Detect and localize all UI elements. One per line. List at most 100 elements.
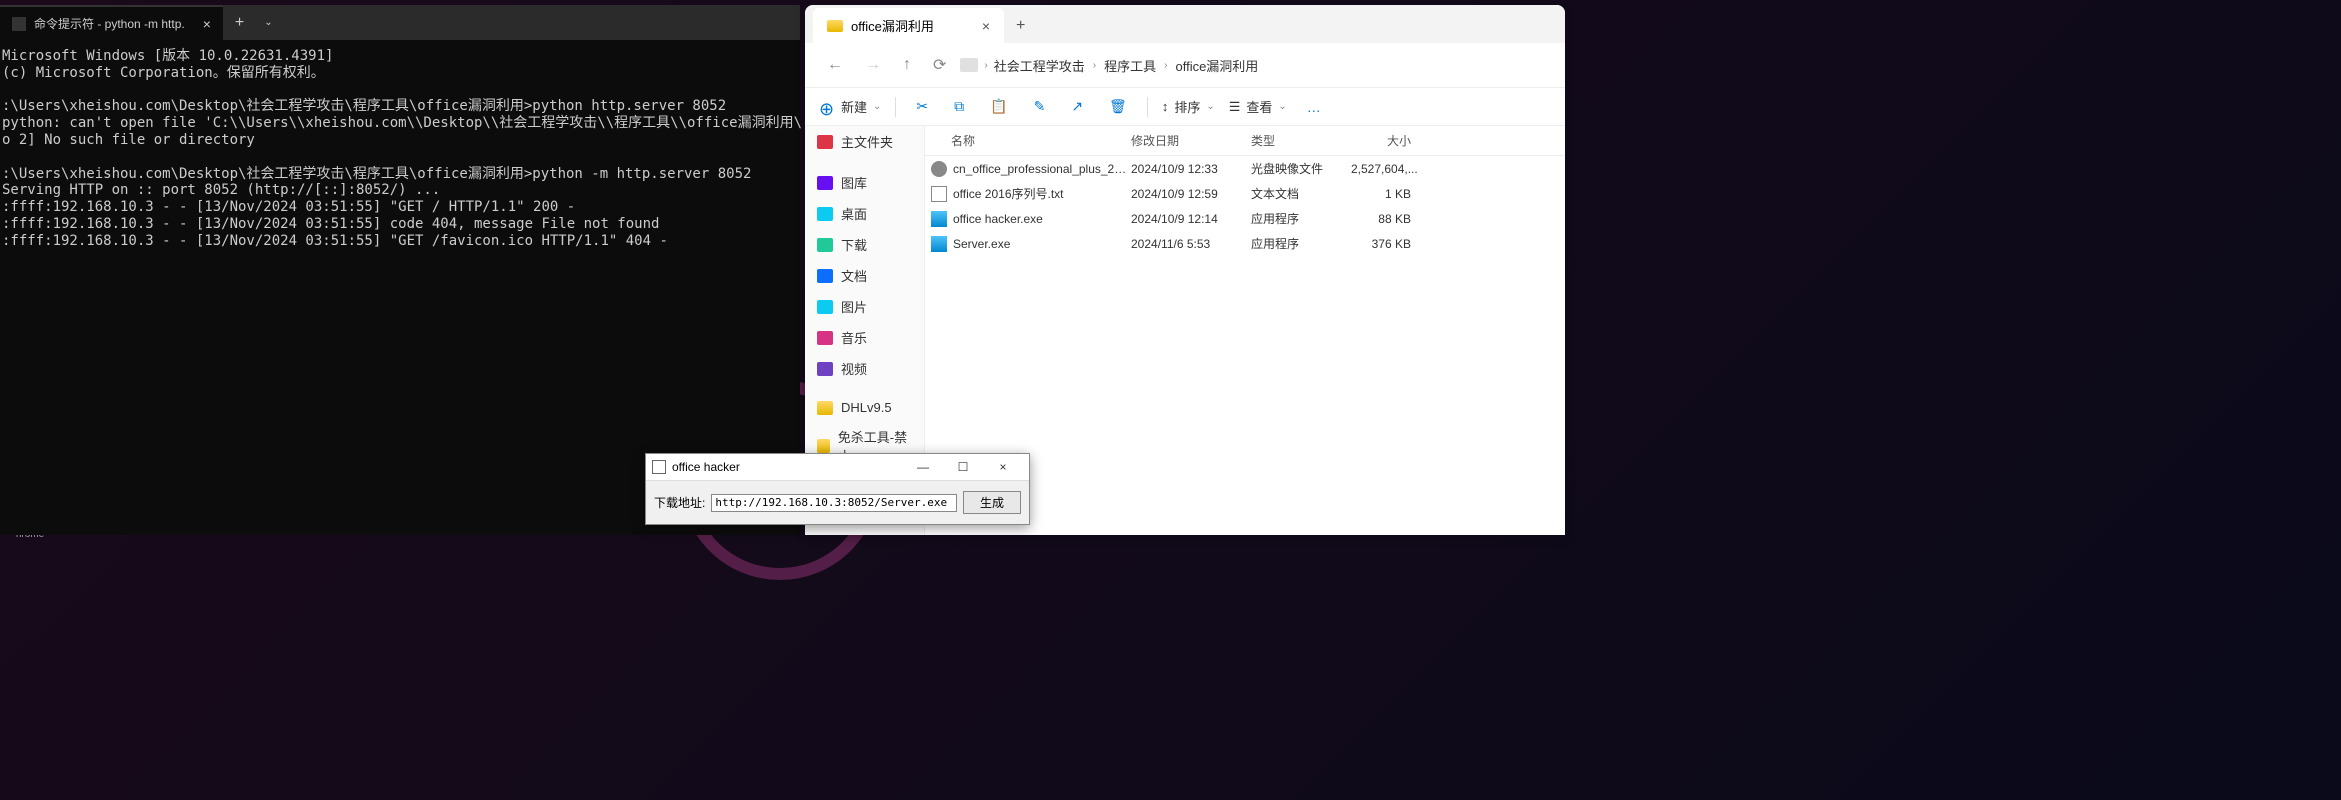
share-icon[interactable]: ↗ bbox=[1065, 96, 1089, 117]
file-date: 2024/10/9 12:33 bbox=[1131, 162, 1251, 176]
column-date[interactable]: 修改日期 bbox=[1131, 132, 1251, 149]
close-button[interactable]: × bbox=[983, 457, 1023, 477]
pc-icon[interactable] bbox=[960, 58, 978, 72]
file-row[interactable]: office hacker.exe 2024/10/9 12:14 应用程序 8… bbox=[925, 206, 1565, 231]
breadcrumb-segment[interactable]: office漏洞利用 bbox=[1175, 56, 1258, 75]
sidebar-icon bbox=[817, 439, 830, 453]
breadcrumb[interactable]: 社会工程学攻击 › 程序工具 › office漏洞利用 bbox=[994, 56, 1259, 75]
explorer-tabbar: office漏洞利用 × + bbox=[805, 5, 1565, 43]
delete-icon[interactable]: 🗑 bbox=[1103, 96, 1133, 117]
file-size: 376 KB bbox=[1351, 237, 1411, 251]
file-icon bbox=[931, 161, 947, 177]
view-button[interactable]: ☰ 查看 ⌄ bbox=[1229, 97, 1287, 116]
office-hacker-dialog: office hacker — ☐ × 下载地址: 生成 bbox=[645, 453, 1030, 525]
file-row[interactable]: office 2016序列号.txt 2024/10/9 12:59 文本文档 … bbox=[925, 181, 1565, 206]
file-type: 文本文档 bbox=[1251, 185, 1351, 202]
back-button[interactable]: ← bbox=[819, 52, 851, 78]
breadcrumb-segment[interactable]: 程序工具 bbox=[1104, 56, 1156, 75]
sidebar-item[interactable]: 文档 bbox=[805, 260, 924, 291]
minimize-button[interactable]: — bbox=[903, 457, 943, 477]
plus-circle-icon: ⊕ bbox=[819, 99, 835, 115]
sidebar-item[interactable]: 视频 bbox=[805, 353, 924, 384]
up-button[interactable]: ↑ bbox=[895, 52, 919, 78]
sidebar-label: 文档 bbox=[841, 266, 867, 285]
chevron-icon: › bbox=[1093, 60, 1096, 71]
chevron-down-icon: ⌄ bbox=[1206, 101, 1214, 112]
folder-icon bbox=[827, 20, 843, 32]
column-headers[interactable]: 名称 修改日期 类型 大小 bbox=[925, 126, 1565, 156]
dialog-title: office hacker bbox=[672, 460, 740, 474]
view-icon: ☰ bbox=[1229, 99, 1241, 115]
sidebar-icon bbox=[817, 207, 833, 221]
rename-icon[interactable]: ✎ bbox=[1028, 96, 1052, 117]
tab-dropdown-icon[interactable]: ⌄ bbox=[256, 17, 280, 28]
sidebar-label: DHLv9.5 bbox=[841, 400, 892, 415]
dialog-titlebar[interactable]: office hacker — ☐ × bbox=[646, 454, 1029, 481]
explorer-tab-title: office漏洞利用 bbox=[851, 16, 934, 35]
file-row[interactable]: cn_office_professional_plus_2016_x8... 2… bbox=[925, 156, 1565, 181]
sidebar-label: 图片 bbox=[841, 297, 867, 316]
column-type[interactable]: 类型 bbox=[1251, 132, 1351, 149]
sort-button[interactable]: ↕ 排序 ⌄ bbox=[1162, 97, 1215, 116]
file-size: 1 KB bbox=[1351, 187, 1411, 201]
sidebar-icon bbox=[817, 401, 833, 415]
file-name: cn_office_professional_plus_2016_x8... bbox=[953, 162, 1131, 176]
sidebar-item[interactable]: 下载 bbox=[805, 229, 924, 260]
file-name: Server.exe bbox=[953, 237, 1131, 251]
column-name[interactable]: 名称 bbox=[931, 132, 1131, 149]
generate-button[interactable]: 生成 bbox=[963, 491, 1021, 514]
sidebar-icon bbox=[817, 135, 833, 149]
close-icon[interactable]: × bbox=[982, 18, 990, 34]
new-button[interactable]: ⊕ 新建 ⌄ bbox=[819, 97, 881, 116]
sidebar-icon bbox=[817, 269, 833, 283]
terminal-tabbar: 命令提示符 - python -m http. × + ⌄ bbox=[0, 5, 800, 40]
more-icon[interactable]: … bbox=[1301, 97, 1327, 117]
terminal-output[interactable]: Microsoft Windows [版本 10.0.22631.4391] (… bbox=[0, 40, 800, 258]
file-date: 2024/11/6 5:53 bbox=[1131, 237, 1251, 251]
sidebar-item[interactable]: DHLv9.5 bbox=[805, 394, 924, 421]
cut-icon[interactable]: ✂ bbox=[910, 96, 934, 117]
new-tab-button[interactable]: + bbox=[1004, 9, 1037, 43]
chevron-icon: › bbox=[984, 60, 987, 71]
sidebar-icon bbox=[817, 362, 833, 376]
close-icon[interactable]: × bbox=[203, 16, 211, 32]
file-date: 2024/10/9 12:14 bbox=[1131, 212, 1251, 226]
file-size: 88 KB bbox=[1351, 212, 1411, 226]
explorer-tab[interactable]: office漏洞利用 × bbox=[813, 8, 1004, 43]
chevron-icon: › bbox=[1164, 60, 1167, 71]
file-type: 光盘映像文件 bbox=[1251, 160, 1351, 177]
sidebar-label: 音乐 bbox=[841, 328, 867, 347]
sidebar-item[interactable]: 音乐 bbox=[805, 322, 924, 353]
forward-button[interactable]: → bbox=[857, 52, 889, 78]
sidebar-item[interactable]: 桌面 bbox=[805, 198, 924, 229]
sidebar-label: 下载 bbox=[841, 235, 867, 254]
sidebar-item[interactable]: 图片 bbox=[805, 291, 924, 322]
download-url-input[interactable] bbox=[711, 494, 957, 512]
column-size[interactable]: 大小 bbox=[1351, 132, 1411, 149]
sidebar-label: 视频 bbox=[841, 359, 867, 378]
sidebar-item[interactable]: 主文件夹 bbox=[805, 126, 924, 157]
app-icon bbox=[652, 460, 666, 474]
refresh-button[interactable]: ⟳ bbox=[925, 51, 954, 79]
file-icon bbox=[931, 236, 947, 252]
file-row[interactable]: Server.exe 2024/11/6 5:53 应用程序 376 KB bbox=[925, 231, 1565, 256]
file-name: office hacker.exe bbox=[953, 212, 1131, 226]
separator bbox=[895, 97, 896, 117]
file-type: 应用程序 bbox=[1251, 210, 1351, 227]
file-icon bbox=[931, 186, 947, 202]
sidebar-item[interactable]: 图库 bbox=[805, 167, 924, 198]
file-type: 应用程序 bbox=[1251, 235, 1351, 252]
new-tab-button[interactable]: + bbox=[223, 14, 256, 32]
chevron-down-icon: ⌄ bbox=[1278, 101, 1286, 112]
paste-icon[interactable]: 📋 bbox=[984, 96, 1013, 117]
copy-icon[interactable]: ⧉ bbox=[948, 96, 970, 117]
sidebar-icon bbox=[817, 176, 833, 190]
separator bbox=[1147, 97, 1148, 117]
terminal-tab[interactable]: 命令提示符 - python -m http. × bbox=[0, 5, 223, 40]
terminal-tab-title: 命令提示符 - python -m http. bbox=[34, 15, 185, 32]
file-date: 2024/10/9 12:59 bbox=[1131, 187, 1251, 201]
sidebar-icon bbox=[817, 331, 833, 345]
sort-icon: ↕ bbox=[1162, 99, 1169, 114]
breadcrumb-segment[interactable]: 社会工程学攻击 bbox=[994, 56, 1085, 75]
maximize-button[interactable]: ☐ bbox=[943, 457, 983, 477]
